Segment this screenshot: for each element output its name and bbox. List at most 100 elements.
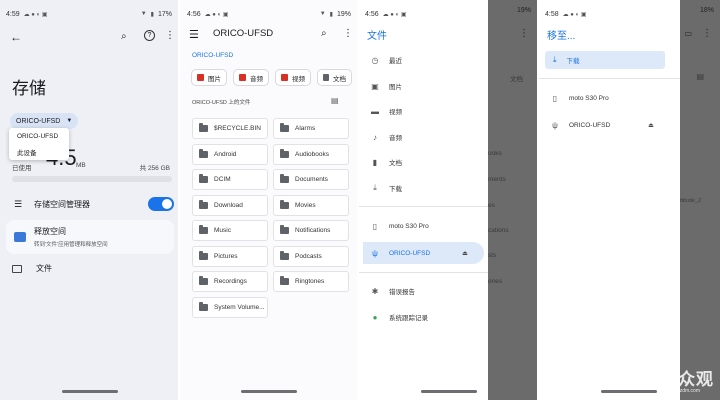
document-icon: ▮ — [372, 157, 378, 167]
more-vert-icon[interactable]: ⋮ — [702, 28, 712, 39]
help-icon[interactable]: ? — [144, 30, 155, 41]
folder-item[interactable]: Download — [192, 194, 268, 216]
drawer-item-recent[interactable]: ◷ 最近 — [369, 52, 403, 68]
chip-label: 文档 — [333, 75, 346, 83]
status-bar: 4:56 ☁ ● ◐ ▣ ▼ ▮ 19% — [181, 0, 357, 28]
search-icon[interactable]: ⌕ — [321, 28, 327, 39]
destination-phone[interactable]: ▯ moto S30 Pro — [549, 90, 609, 106]
usb-icon: ψ — [552, 120, 558, 130]
files-browser-screen: 4:56 ☁ ● ◐ ▣ ▼ ▮ 19% ☰ ORICO-UFSD ⌕ ⋮ OR… — [181, 0, 357, 400]
drawer-item-bug-report[interactable]: ✱ 错误报告 — [369, 283, 415, 299]
divider — [359, 206, 488, 207]
list-view-icon[interactable]: ▤ — [331, 96, 339, 105]
chip-images[interactable]: 图片 — [191, 69, 227, 86]
chip-label: 音频 — [250, 75, 263, 83]
destination-usb[interactable]: ψ ORICO-UFSD ⏏ — [549, 117, 665, 133]
chip-documents[interactable]: 文档 — [317, 69, 352, 86]
drawer-item-videos[interactable]: ▬ 视频 — [369, 103, 402, 119]
dropdown-option[interactable]: 此设备 — [9, 144, 69, 160]
more-vert-icon[interactable]: ⋮ — [165, 30, 175, 41]
files-row[interactable]: 文件 — [12, 263, 52, 274]
folder-icon — [280, 174, 289, 183]
move-to-title: 移至... — [547, 31, 576, 42]
drawer-item-images[interactable]: ▣ 图片 — [369, 78, 402, 94]
drawer-item-audio[interactable]: ♪ 音频 — [369, 129, 402, 145]
usb-icon: ψ — [372, 248, 378, 258]
search-icon[interactable]: ⌕ — [121, 31, 127, 42]
folder-icon — [280, 276, 289, 285]
drawer-item-label: 下载 — [389, 186, 402, 193]
status-bar: 4:59 ☁ ● ◐ ▣ ▼ ▮ 17% — [0, 0, 178, 28]
more-vert-icon[interactable]: ⋮ — [519, 28, 529, 39]
used-label: 已使用 — [12, 165, 32, 172]
menu-icon[interactable]: ☰ — [189, 28, 199, 41]
battery-percent: 19% — [516, 7, 531, 14]
status-right: ▼ ▮ 19% — [320, 11, 351, 18]
folder-name: Podcasts — [295, 252, 322, 260]
new-folder-icon[interactable]: ▭ — [684, 29, 692, 38]
folder-name: Alarms — [295, 125, 316, 132]
status-time: 4:56 — [187, 10, 201, 18]
folder-item[interactable]: Movies — [273, 194, 349, 216]
gesture-nav-bar[interactable] — [241, 390, 297, 393]
eject-icon[interactable]: ⏏ — [459, 250, 471, 257]
chip-video[interactable]: 视频 — [275, 69, 311, 86]
image-icon: ▣ — [371, 81, 379, 91]
folder-item[interactable]: Documents — [273, 169, 349, 190]
drawer-scrim[interactable]: 文档 ooks ments es cations sts ones — [488, 0, 537, 400]
drawer-item-label: 视频 — [389, 109, 402, 116]
dropdown-option[interactable]: ORICO-UFSD — [9, 128, 69, 144]
device-label: moto S30 Pro — [569, 94, 609, 102]
storage-manager-row[interactable]: ☰ 存储空间管理器 — [12, 196, 174, 212]
eject-icon[interactable]: ⏏ — [645, 122, 657, 129]
divider — [359, 272, 488, 273]
folder-item[interactable]: $RECYCLE.BIN — [192, 118, 268, 139]
status-bar: 4:56 ☁ ● ◐ ▣ — [359, 0, 488, 28]
storage-device-dropdown[interactable]: ORICO-UFSD ▼ — [10, 113, 79, 129]
folder-item[interactable]: System Volume... — [192, 296, 268, 318]
drawer-item-downloads[interactable]: ⤓ 下载 — [369, 180, 402, 196]
storage-progress-bar — [12, 176, 172, 182]
folder-item[interactable]: Podcasts — [273, 245, 349, 267]
behind-text: sts — [488, 252, 497, 259]
folder-item[interactable]: DCIM — [192, 169, 268, 190]
folder-item[interactable]: Notifications — [273, 220, 349, 241]
drawer-item-system-log[interactable]: ● 系统跟踪记录 — [369, 309, 428, 325]
drawer-item-label: 系统跟踪记录 — [389, 315, 428, 322]
list-icon: ☰ — [13, 198, 23, 209]
folder-item[interactable]: Recordings — [192, 271, 268, 292]
category-chips: 图片 音频 视频 文档 — [191, 69, 352, 86]
audio-icon: ♪ — [373, 132, 377, 142]
free-space-card[interactable]: 释放空间 转到'文件'应用管理和释放空间 — [6, 220, 174, 254]
status-right: ▼ ▮ 17% — [141, 11, 172, 18]
behind-text: cations — [488, 227, 509, 234]
storage-manager-toggle[interactable] — [148, 197, 174, 211]
drawer-scrim[interactable]: ttitude_2 — [680, 0, 720, 400]
drawer-device-usb[interactable]: ψ ORICO-UFSD ⏏ — [369, 245, 479, 261]
more-vert-icon[interactable]: ⋮ — [343, 28, 353, 39]
folder-item[interactable]: Pictures — [192, 245, 268, 267]
gesture-nav-bar[interactable] — [62, 390, 118, 393]
folder-item[interactable]: Alarms — [273, 118, 349, 139]
destination-downloads[interactable]: ⤓ 下载 — [545, 51, 665, 69]
gesture-nav-bar[interactable] — [601, 390, 657, 393]
gesture-nav-bar[interactable] — [421, 390, 477, 393]
behind-text: ooks — [488, 150, 502, 157]
folder-item[interactable]: Music — [192, 220, 268, 241]
folder-item[interactable]: Android — [192, 143, 268, 165]
drawer-device-phone[interactable]: ▯ moto S30 Pro — [369, 218, 429, 234]
folder-name: Documents — [295, 176, 328, 183]
breadcrumb[interactable]: ORICO-UFSD — [192, 52, 233, 59]
back-arrow-icon[interactable]: ← — [10, 30, 22, 44]
notification-icons: ☁ ● ◐ ▣ — [204, 11, 229, 18]
folder-icon — [199, 301, 208, 311]
drawer-item-label: 音频 — [389, 135, 402, 142]
chip-audio[interactable]: 音频 — [233, 69, 269, 86]
folder-icon — [199, 148, 208, 158]
status-bar: 4:58 ☁ ● ◐ ▣ — [539, 0, 680, 28]
drawer-item-documents[interactable]: ▮ 文档 — [369, 154, 402, 170]
folder-item[interactable]: Audiobooks — [273, 143, 349, 165]
behind-text: 文档 — [510, 76, 523, 83]
folder-item[interactable]: Ringtones — [273, 271, 349, 292]
folder-icon — [199, 199, 208, 209]
